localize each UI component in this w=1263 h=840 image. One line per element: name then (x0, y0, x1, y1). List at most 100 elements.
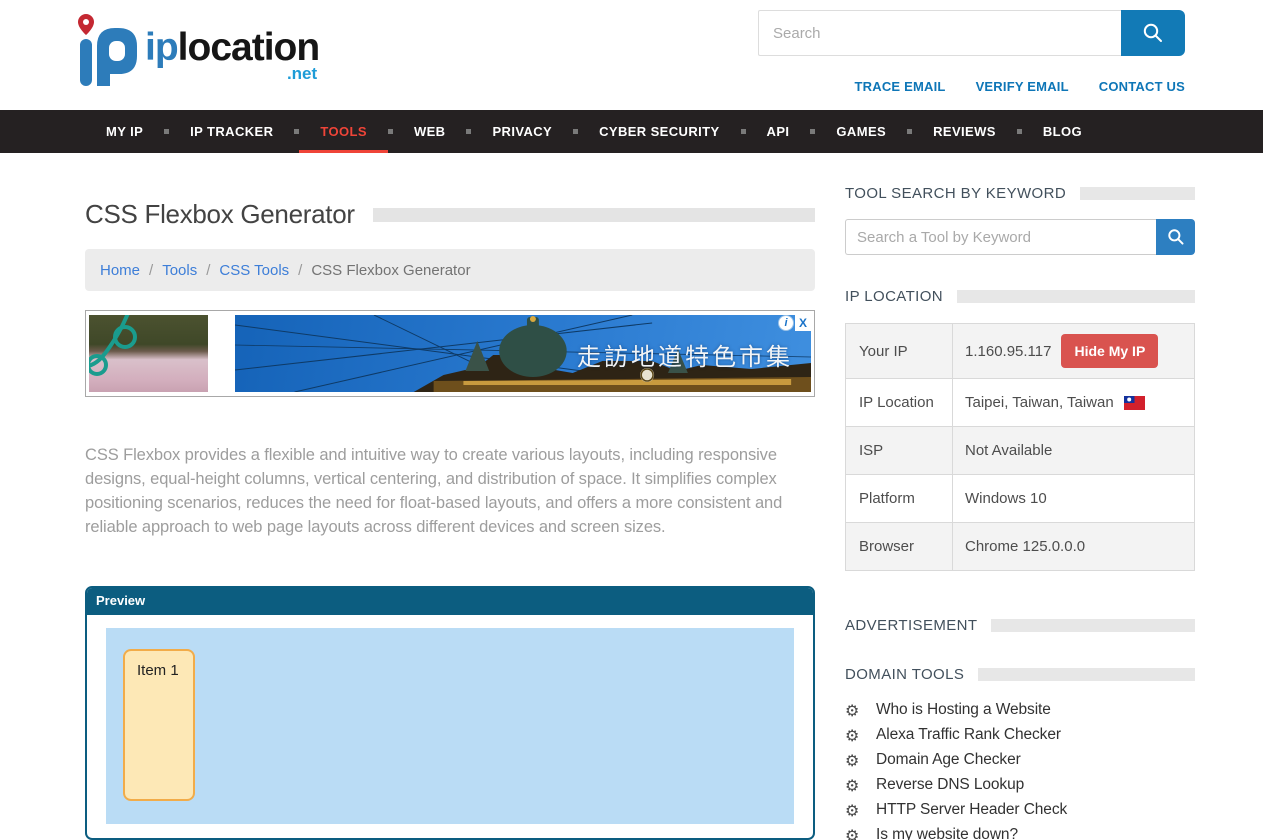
list-item: ⚙ Alexa Traffic Rank Checker (845, 726, 1195, 744)
main-area: CSS Flexbox Generator Home / Tools / CSS… (0, 153, 1263, 840)
content-column: CSS Flexbox Generator Home / Tools / CSS… (85, 153, 815, 840)
domain-tool-link[interactable]: HTTP Server Header Check (876, 801, 1067, 819)
table-row: ISP Not Available (846, 427, 1194, 475)
logo-text: iplocation .net (145, 28, 319, 82)
header-links: TRACE EMAIL VERIFY EMAIL CONTACT US (758, 79, 1185, 94)
sidebar: TOOL SEARCH BY KEYWORD IP LOCATION Your … (845, 185, 1195, 840)
site-search-button[interactable] (1121, 10, 1185, 56)
site-search-input[interactable] (758, 10, 1121, 56)
domain-tool-link[interactable]: Who is Hosting a Website (876, 701, 1051, 719)
ip-location-table: Your IP 1.160.95.117 Hide My IP IP Locat… (845, 323, 1195, 571)
gear-icon: ⚙ (845, 828, 861, 840)
ad-banner[interactable]: 走訪地道特色市集 i X (85, 310, 815, 397)
breadcrumb-tools[interactable]: Tools (162, 262, 197, 279)
breadcrumb-separator: / (206, 262, 210, 279)
tool-search (845, 219, 1195, 255)
heading-decoration-bar (957, 290, 1195, 303)
main-nav: MY IP IP TRACKER TOOLS WEB PRIVACY CYBER… (0, 110, 1263, 153)
preview-header: Preview (87, 588, 813, 615)
list-item: ⚙ Who is Hosting a Website (845, 701, 1195, 719)
nav-privacy[interactable]: PRIVACY (471, 110, 573, 153)
heading-decoration-bar (978, 668, 1195, 681)
gear-icon: ⚙ (845, 703, 861, 718)
table-row: Browser Chrome 125.0.0.0 (846, 523, 1194, 570)
nav-games[interactable]: GAMES (815, 110, 907, 153)
table-row: Platform Windows 10 (846, 475, 1194, 523)
preview-panel: Preview Item 1 (85, 586, 815, 840)
iplocation-logo-icon (75, 12, 139, 88)
breadcrumb-separator: / (298, 262, 302, 279)
tool-search-heading: TOOL SEARCH BY KEYWORD (845, 185, 1066, 202)
nav-api[interactable]: API (746, 110, 811, 153)
list-item: ⚙ Reverse DNS Lookup (845, 776, 1195, 794)
nav-tools[interactable]: TOOLS (299, 110, 388, 153)
ad-route-graphic (89, 315, 208, 392)
breadcrumb-css-tools[interactable]: CSS Tools (219, 262, 289, 279)
nav-blog[interactable]: BLOG (1022, 110, 1103, 153)
domain-tools-heading: DOMAIN TOOLS (845, 666, 964, 683)
list-item: ⚙ Is my website down? (845, 826, 1195, 840)
nav-cybersecurity[interactable]: CYBER SECURITY (578, 110, 740, 153)
breadcrumb-separator: / (149, 262, 153, 279)
hide-my-ip-button[interactable]: Hide My IP (1061, 334, 1158, 368)
nav-my-ip[interactable]: MY IP (85, 110, 164, 153)
ad-info-icon[interactable]: i (778, 315, 794, 331)
list-item: ⚙ HTTP Server Header Check (845, 801, 1195, 819)
isp-value: Not Available (965, 442, 1052, 459)
row-label: Your IP (846, 324, 953, 378)
taiwan-flag-icon (1124, 396, 1145, 410)
gear-icon: ⚙ (845, 803, 861, 818)
ip-location-heading: IP LOCATION (845, 288, 943, 305)
ad-caption: 走訪地道特色市集 (577, 337, 793, 372)
domain-tool-link[interactable]: Reverse DNS Lookup (876, 776, 1024, 794)
heading-decoration-bar (991, 619, 1195, 632)
search-icon (1142, 22, 1164, 44)
gear-icon: ⚙ (845, 778, 861, 793)
ip-location-value: Taipei, Taiwan, Taiwan (965, 394, 1114, 411)
page-title: CSS Flexbox Generator (85, 199, 355, 230)
platform-value: Windows 10 (965, 490, 1047, 507)
breadcrumb: Home / Tools / CSS Tools / CSS Flexbox G… (85, 249, 815, 291)
heading-decoration-bar (1080, 187, 1195, 200)
header-right: TRACE EMAIL VERIFY EMAIL CONTACT US (758, 10, 1185, 110)
nav-reviews[interactable]: REVIEWS (912, 110, 1017, 153)
nav-web[interactable]: WEB (393, 110, 467, 153)
domain-tool-link[interactable]: Is my website down? (876, 826, 1018, 840)
breadcrumb-current: CSS Flexbox Generator (311, 262, 470, 279)
advertisement-heading: ADVERTISEMENT (845, 617, 977, 634)
row-label: IP Location (846, 379, 953, 426)
search-icon (1167, 228, 1185, 246)
site-header: iplocation .net TRACE EMAIL VERIFY EMAIL… (0, 0, 1263, 110)
title-decoration-bar (373, 208, 815, 222)
table-row: IP Location Taipei, Taiwan, Taiwan (846, 379, 1194, 427)
ad-thumbnail-image (89, 315, 208, 392)
ad-close-icon[interactable]: X (795, 315, 811, 331)
tool-description: CSS Flexbox provides a flexible and intu… (85, 443, 792, 539)
domain-tool-link[interactable]: Alexa Traffic Rank Checker (876, 726, 1061, 744)
breadcrumb-home[interactable]: Home (100, 262, 140, 279)
your-ip-value: 1.160.95.117 (965, 343, 1051, 360)
browser-value: Chrome 125.0.0.0 (965, 538, 1085, 555)
nav-ip-tracker[interactable]: IP TRACKER (169, 110, 294, 153)
domain-tools-list: ⚙ Who is Hosting a Website ⚙ Alexa Traff… (845, 701, 1195, 840)
logo[interactable]: iplocation .net (75, 12, 319, 110)
site-search (758, 10, 1185, 56)
gear-icon: ⚙ (845, 728, 861, 743)
domain-tool-link[interactable]: Domain Age Checker (876, 751, 1021, 769)
logo-ip: ip (145, 26, 178, 69)
row-label: Platform (846, 475, 953, 522)
row-label: Browser (846, 523, 953, 570)
gear-icon: ⚙ (845, 753, 861, 768)
logo-location: location (178, 26, 320, 69)
table-row: Your IP 1.160.95.117 Hide My IP (846, 324, 1194, 379)
tool-search-button[interactable] (1156, 219, 1195, 255)
row-label: ISP (846, 427, 953, 474)
preview-body: Item 1 (87, 615, 813, 838)
ad-main-image: 走訪地道特色市集 i X (235, 315, 811, 392)
flex-item-1[interactable]: Item 1 (123, 649, 195, 801)
tool-search-input[interactable] (845, 219, 1156, 255)
contact-us-link[interactable]: CONTACT US (1099, 79, 1185, 94)
verify-email-link[interactable]: VERIFY EMAIL (976, 79, 1069, 94)
trace-email-link[interactable]: TRACE EMAIL (855, 79, 946, 94)
list-item: ⚙ Domain Age Checker (845, 751, 1195, 769)
